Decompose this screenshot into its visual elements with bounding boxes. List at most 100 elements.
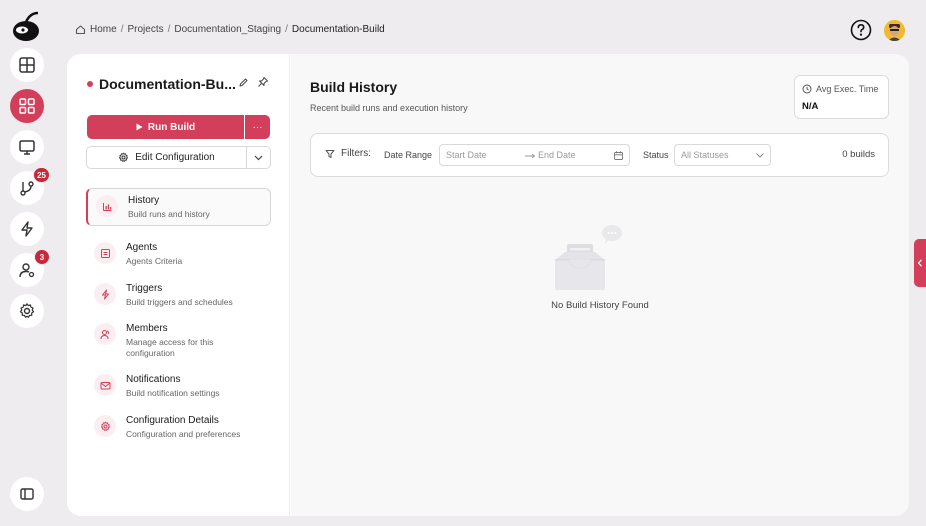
nav-title: Configuration Details — [126, 415, 219, 426]
mail-icon — [94, 374, 116, 396]
members-icon — [94, 323, 116, 345]
nav-item-members[interactable]: Members Manage access for this configura… — [86, 317, 271, 359]
edit-options-dropdown[interactable] — [247, 146, 271, 169]
settings-rail-button[interactable] — [10, 294, 44, 328]
filters-bar: Filters: Date Range Start Date End Date … — [310, 133, 889, 177]
filter-icon — [325, 149, 335, 158]
left-rail: 25 3 — [0, 0, 54, 526]
nav-title: Notifications — [126, 374, 181, 385]
avg-exec-time-value: N/A — [802, 101, 819, 112]
bolt-icon — [21, 221, 33, 237]
monitor-icon — [19, 140, 35, 155]
nav-item-history[interactable]: History Build runs and history — [86, 188, 271, 226]
dashboard-rail-button[interactable] — [10, 48, 44, 82]
project-title: Documentation-Bu... — [87, 76, 236, 92]
run-build-button[interactable]: Run Build — [87, 115, 244, 139]
chevron-down-icon — [756, 153, 764, 158]
nav-subtitle: Build triggers and schedules — [126, 297, 233, 307]
git-badge: 25 — [33, 167, 50, 183]
status-select-value: All Statuses — [681, 150, 729, 160]
nav-subtitle: Configuration and preferences — [126, 429, 241, 439]
chart-icon — [96, 195, 118, 217]
sidebar-toggle-icon — [20, 488, 34, 500]
avg-exec-time-label: Avg Exec. Time — [802, 84, 878, 94]
calendar-icon[interactable] — [613, 150, 624, 161]
pencil-icon — [239, 78, 248, 87]
empty-inbox-illustration — [551, 224, 623, 292]
breadcrumb: Home / Projects / Documentation_Staging … — [75, 24, 385, 35]
bolt-icon — [94, 283, 116, 305]
status-select[interactable]: All Statuses — [674, 144, 771, 166]
help-icon — [850, 19, 872, 41]
main-card: Documentation-Bu... Run Build ··· Edit C… — [67, 54, 909, 516]
nav-title: Agents — [126, 242, 158, 253]
monitor-rail-button[interactable] — [10, 130, 44, 164]
nav-item-agents[interactable]: Agents Agents Criteria — [86, 236, 271, 267]
play-icon — [136, 123, 143, 131]
breadcrumb-current: Documentation-Build — [291, 24, 385, 35]
config-sidebar: Documentation-Bu... Run Build ··· Edit C… — [67, 54, 290, 516]
avatar-icon — [884, 20, 905, 41]
edit-configuration-button[interactable]: Edit Configuration — [86, 146, 247, 169]
nav-title: Triggers — [126, 283, 163, 294]
pin-button[interactable] — [257, 76, 269, 88]
nav-subtitle: configuration — [126, 348, 175, 358]
nav-subtitle: Agents Criteria — [126, 256, 183, 266]
expand-panel-tab[interactable] — [914, 239, 926, 287]
pin-icon — [258, 77, 268, 87]
breadcrumb-staging[interactable]: Documentation_Staging — [174, 24, 281, 35]
project-name: Documentation-Bu... — [99, 76, 236, 92]
page-title: Build History — [310, 79, 398, 95]
users-badge: 3 — [34, 249, 50, 265]
date-range-label: Date Range — [384, 150, 433, 160]
date-range-input[interactable]: Start Date End Date — [439, 144, 630, 166]
breadcrumb-separator: / — [285, 24, 288, 35]
filters-label: Filters: — [325, 148, 371, 159]
nav-title: History — [128, 195, 160, 206]
nav-item-triggers[interactable]: Triggers Build triggers and schedules — [86, 277, 271, 308]
build-count: 0 builds — [842, 149, 875, 160]
projects-rail-button[interactable] — [10, 89, 44, 123]
avg-exec-time-text: Avg Exec. Time — [816, 84, 879, 94]
home-icon — [75, 25, 86, 35]
automation-rail-button[interactable] — [10, 212, 44, 246]
chevron-down-icon — [254, 155, 263, 160]
nav-item-notifications[interactable]: Notifications Build notification setting… — [86, 368, 271, 399]
agent-icon — [94, 242, 116, 264]
nav-item-configuration-details[interactable]: Configuration Details Configuration and … — [86, 409, 271, 440]
git-branch-icon — [20, 181, 34, 196]
nav-title: Members — [126, 323, 168, 334]
start-date-input[interactable]: Start Date — [446, 150, 487, 160]
nav-subtitle: Manage access for this — [126, 337, 214, 347]
arrow-right-icon — [525, 153, 536, 159]
rename-button[interactable] — [238, 77, 249, 88]
end-date-input[interactable]: End Date — [538, 150, 576, 160]
gear-icon — [119, 152, 129, 162]
clock-icon — [802, 84, 812, 94]
collapse-sidebar-button[interactable] — [10, 477, 44, 511]
run-build-label: Run Build — [147, 121, 196, 133]
run-more-button[interactable]: ··· — [245, 115, 270, 139]
status-dot — [87, 81, 93, 87]
empty-inbox-icon — [555, 225, 622, 290]
git-rail-button[interactable]: 25 — [10, 167, 50, 205]
page-subtitle: Recent build runs and execution history — [310, 103, 468, 113]
filters-text: Filters: — [341, 148, 371, 159]
breadcrumb-home[interactable]: Home — [90, 24, 117, 35]
help-button[interactable] — [850, 19, 872, 41]
status-label: Status — [643, 150, 669, 160]
empty-state-message: No Build History Found — [551, 300, 649, 311]
breadcrumb-separator: / — [120, 24, 124, 35]
gear-icon — [19, 303, 35, 318]
gear-icon — [94, 415, 116, 437]
avg-exec-time-card: Avg Exec. Time N/A — [794, 75, 889, 119]
user-avatar[interactable] — [884, 20, 905, 41]
breadcrumb-projects[interactable]: Projects — [127, 24, 163, 35]
user-gear-icon — [19, 263, 35, 278]
user-settings-rail-button[interactable]: 3 — [10, 249, 50, 287]
app-logo[interactable] — [10, 10, 44, 44]
breadcrumb-separator: / — [167, 24, 171, 35]
nav-subtitle: Build notification settings — [126, 388, 220, 398]
nav-subtitle: Build runs and history — [128, 209, 210, 219]
chevron-left-icon — [917, 259, 922, 267]
